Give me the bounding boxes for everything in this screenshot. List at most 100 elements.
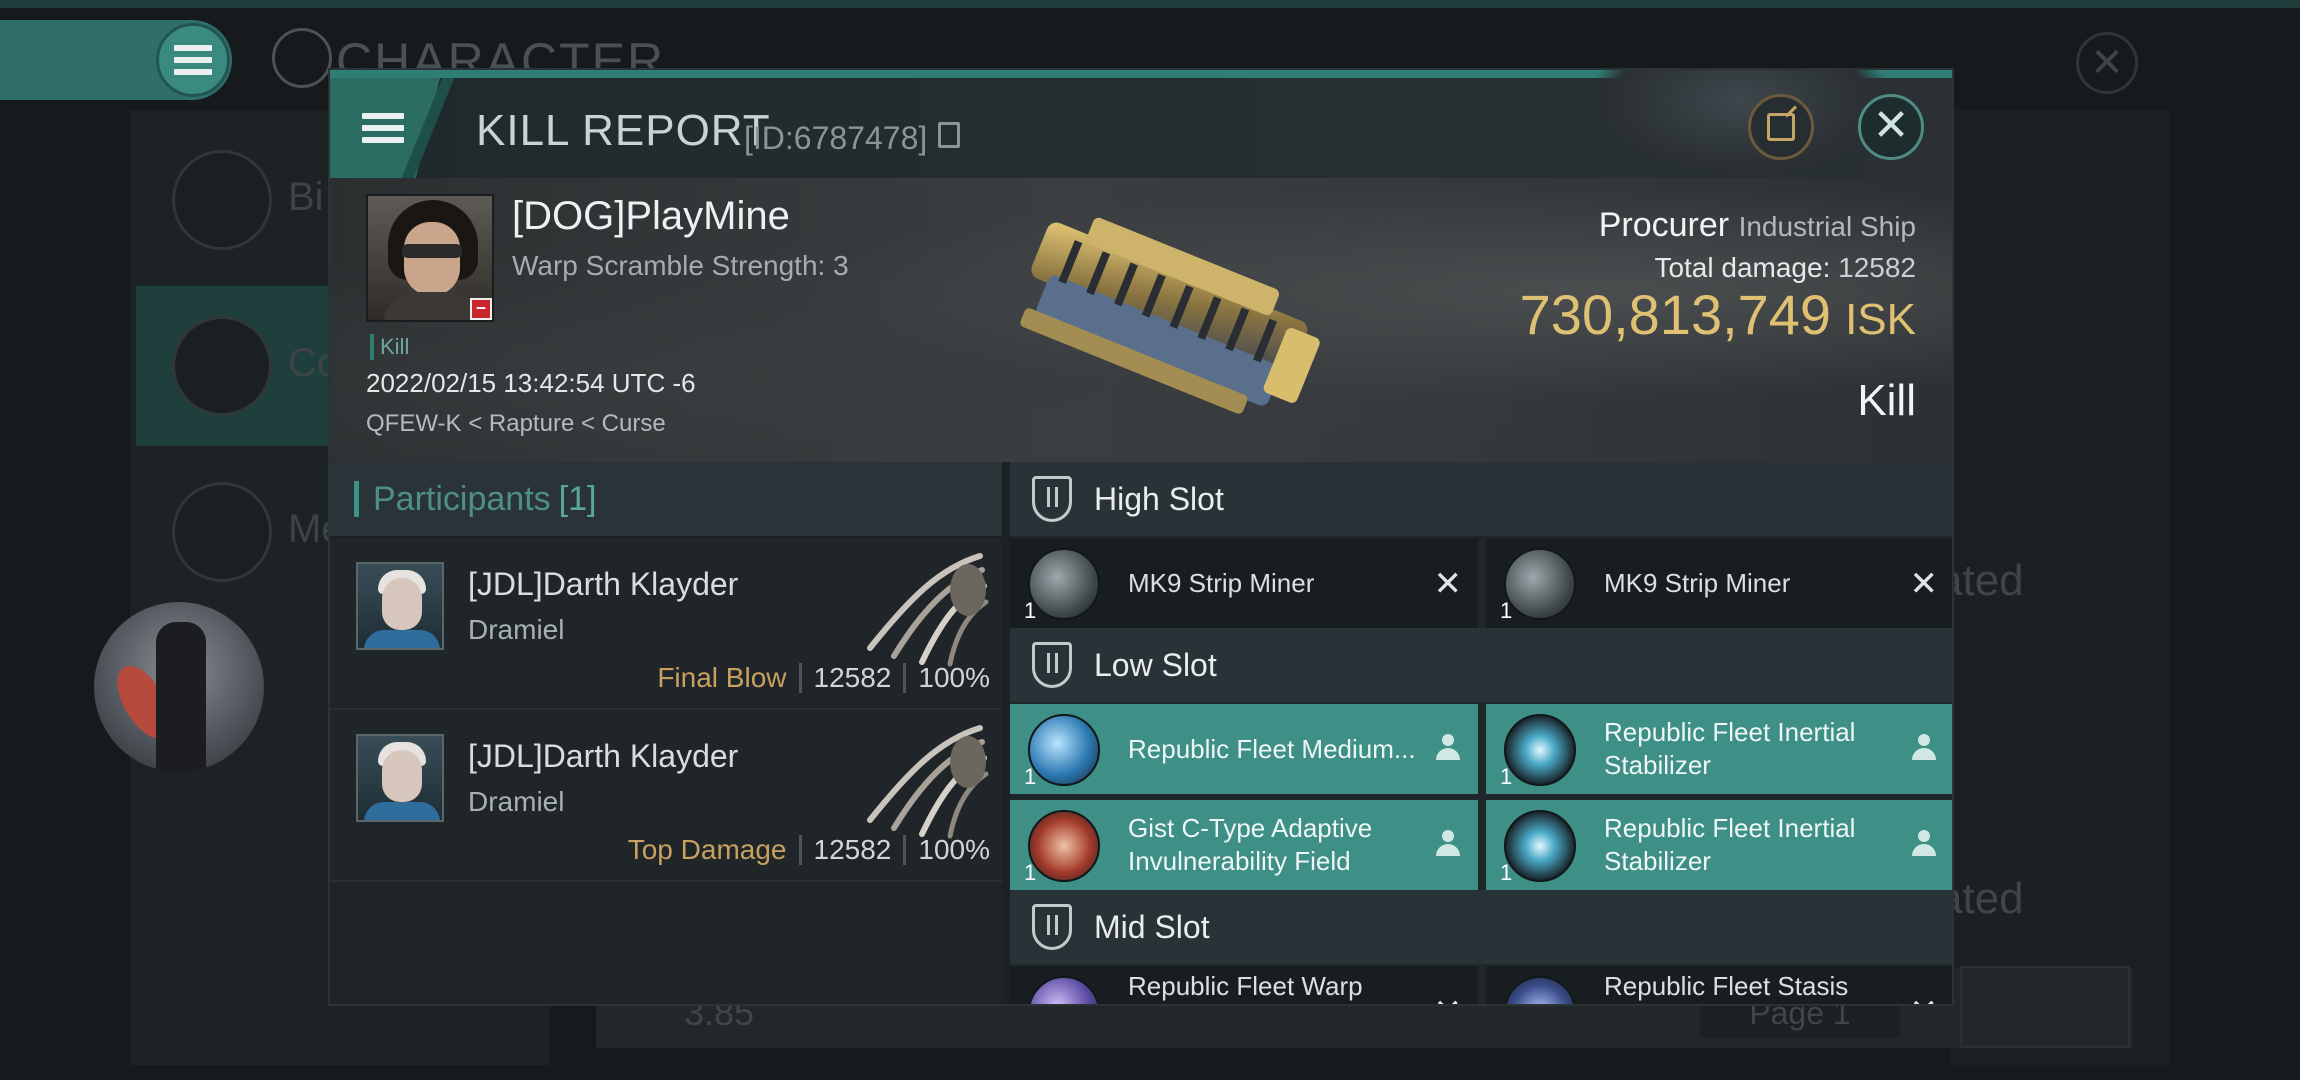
ship-image [1020,217,1320,414]
x-icon: ✕ [1910,992,1939,1004]
slot-label: High Slot [1094,480,1224,517]
module-name: Republic Fleet Stasis [1604,971,1849,1001]
strip-miner-icon [1504,548,1576,620]
ship-class: Industrial Ship [1738,211,1916,242]
participant-tag: Top Damage [627,834,787,865]
x-icon: ✕ [1433,565,1463,603]
slot-label: Low Slot [1094,646,1217,683]
background-close-icon[interactable]: ✕ [2076,32,2138,94]
person-icon [1436,734,1460,762]
module-icon [1028,976,1100,1004]
filter-icon[interactable] [1960,966,2130,1048]
module-quantity: 1 [1500,598,1513,623]
hamburger-icon [362,113,404,143]
participant-stats: Top Damage 12582 100% [628,834,990,866]
module-name: MK9 Strip Miner [1604,567,1791,598]
participant-ship-icon [867,553,989,667]
module-icon [1504,714,1576,786]
module-name: Republic Fleet Inertial Stabilizer [1604,813,1856,876]
modal-header: KILL REPORT [ID:6787478] ✕ [330,70,1952,178]
module-quantity: 1 [1024,860,1037,885]
module-quantity: 1 [1500,860,1513,885]
participant-ship-icon [867,725,989,839]
ship-type[interactable]: Procurer Industrial Ship [1599,206,1916,245]
person-icon [1912,734,1936,762]
share-icon [1767,113,1795,141]
participants-panel: Participants [1] [JDL]Darth Klayder Dram… [330,462,1002,1004]
module-item[interactable]: 1 Republic Fleet Inertial Stabilizer [1486,800,1952,890]
participants-header[interactable]: Participants [1] [330,462,1002,538]
hamburger-icon[interactable] [156,23,230,97]
kill-location[interactable]: QFEW-K < Rapture < Curse [366,410,666,438]
slot-shield-icon [1032,904,1072,950]
participant-row[interactable]: [JDL]Darth Klayder Dramiel Final Blow 12… [330,538,1002,710]
participant-percent: 100% [918,662,990,693]
isk-value: 730,813,749 ISK [1520,282,1916,347]
module-icon [1028,810,1100,882]
module-item[interactable]: 1 MK9 Strip Miner ✕ [1486,538,1952,628]
module-name: Republic Fleet Medium... [1128,733,1416,764]
low-slot-header: Low Slot [1010,628,1952,702]
kill-date: 2022/02/15 13:42:54 UTC -6 [366,368,696,398]
module-item[interactable]: 1 Republic Fleet Warp ✕ [1010,966,1478,1004]
star-icon [172,482,272,582]
module-name: Republic Fleet Inertial Stabilizer [1604,717,1856,780]
kill-tag: Kill [370,334,409,360]
participant-name: [JDL]Darth Klayder [468,738,739,774]
total-damage: Total damage: 12582 [1654,252,1916,284]
participant-ship: Dramiel [468,786,565,817]
kill-report-modal: KILL REPORT [ID:6787478] ✕ – [DOG]PlayMi… [328,68,1954,1006]
module-name: MK9 Strip Miner [1128,567,1315,598]
background-sidebar-label: Bi [288,175,324,219]
victim-banner: – [DOG]PlayMine Warp Scramble Strength: … [330,178,1952,462]
participant-damage: 12582 [813,662,892,693]
share-button[interactable] [1748,94,1814,160]
participant-row[interactable]: [JDL]Darth Klayder Dramiel Top Damage 12… [330,710,1002,882]
slot-shield-icon [1032,642,1072,688]
participant-portrait[interactable] [356,562,444,650]
module-quantity: 1 [1500,764,1513,789]
strip-miner-icon [1028,548,1100,620]
module-name: Republic Fleet Warp [1128,971,1363,1001]
module-item[interactable]: 1 MK9 Strip Miner ✕ [1010,538,1478,628]
person-icon [1912,830,1936,858]
background-menu-button[interactable] [0,20,232,100]
isk-amount: 730,813,749 [1519,283,1832,346]
module-quantity: 1 [1024,598,1037,623]
module-icon [1504,810,1576,882]
report-id: [ID:6787478] [744,120,928,156]
module-icon [1504,976,1576,1004]
participant-stats: Final Blow 12582 100% [657,662,990,694]
slot-label: Mid Slot [1094,908,1210,945]
person-icon [1436,830,1460,858]
module-item[interactable]: 1 Republic Fleet Stasis ✕ [1486,966,1952,1004]
total-damage-value: 12582 [1838,252,1916,283]
participant-portrait[interactable] [356,734,444,822]
character-icon [272,28,332,88]
copy-icon[interactable] [938,122,960,148]
participants-count: [1] [558,479,597,518]
mid-slot-header: Mid Slot [1010,890,1952,964]
close-button[interactable]: ✕ [1858,94,1924,160]
module-name: Gist C-Type Adaptive Invulnerability Fie… [1128,813,1373,876]
module-quantity: 1 [1024,764,1037,789]
module-item[interactable]: 1 Republic Fleet Inertial Stabilizer [1486,704,1952,794]
modal-title: KILL REPORT [476,106,771,155]
ship-name: Procurer [1598,206,1730,244]
victim-name[interactable]: [DOG]PlayMine [512,194,790,239]
module-item[interactable]: 1 Gist C-Type Adaptive Invulnerability F… [1010,800,1478,890]
isk-unit: ISK [1845,295,1916,344]
standing-minus-icon: – [470,298,492,320]
list-icon [172,150,272,250]
participant-tag: Final Blow [657,662,787,693]
x-icon: ✕ [1909,565,1939,603]
module-item[interactable]: 1 Republic Fleet Medium... [1010,704,1478,794]
crossed-swords-icon [172,316,272,416]
participant-ship: Dramiel [468,614,565,645]
header-ship-decoration [1590,70,1890,178]
fittings-panel: High Slot 1 MK9 Strip Miner ✕ 1 MK9 Stri… [1010,462,1952,1004]
module-icon [1028,714,1100,786]
participant-damage: 12582 [813,834,892,865]
total-damage-label: Total damage: [1654,252,1831,283]
player-avatar[interactable] [94,602,264,772]
